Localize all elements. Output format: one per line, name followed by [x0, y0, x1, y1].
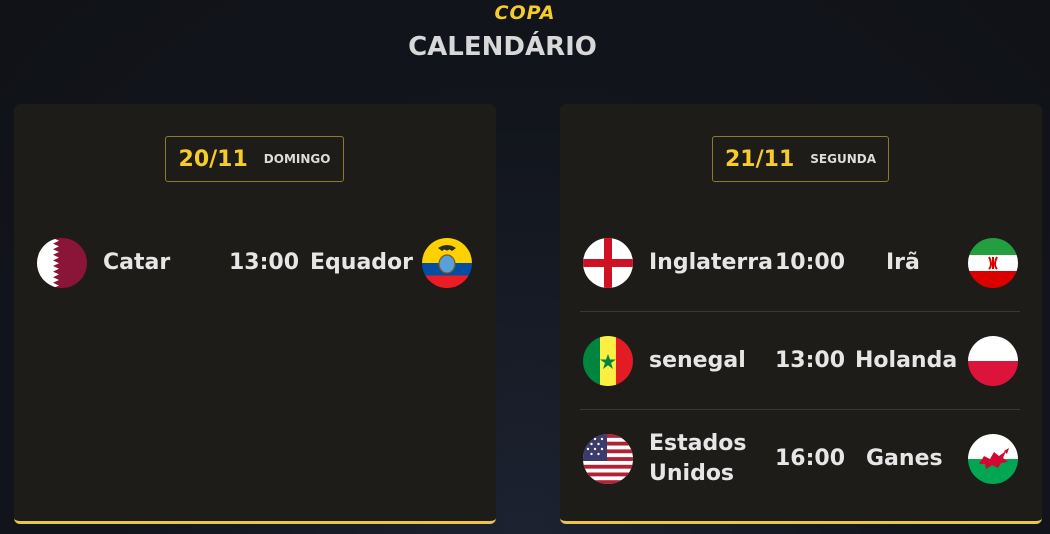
home-team-name: Estados Unidos	[649, 429, 746, 489]
senegal-flag-icon	[583, 336, 633, 386]
match-row[interactable]: Catar 13:00 Equador	[14, 214, 496, 312]
match-row[interactable]: Inglaterra 10:00 Irã	[560, 214, 1042, 312]
home-team-name-line-2: Unidos	[649, 461, 735, 486]
home-team-name: senegal	[649, 348, 746, 373]
weekday-label: DOMINGO	[263, 152, 331, 166]
home-team-name: Inglaterra	[649, 250, 773, 275]
match-row[interactable]: senegal 13:00 Holanda	[560, 312, 1042, 410]
page-title: CALENDÁRIO	[408, 32, 597, 62]
england-flag-icon	[583, 238, 633, 288]
poland-flag-icon	[968, 336, 1018, 386]
home-team-name-line-1: Estados	[649, 431, 747, 456]
ecuador-flag-icon	[422, 238, 472, 288]
wales-flag-icon	[968, 434, 1018, 484]
day-card-2: 21/11 SEGUNDA Inglaterra 10:00 Irã seneg…	[560, 104, 1042, 524]
match-time: 13:00	[228, 250, 300, 275]
away-team-name: Irã	[886, 250, 920, 275]
qatar-flag-icon	[37, 238, 87, 288]
date-label: 21/11	[725, 146, 795, 172]
date-label: 20/11	[178, 146, 248, 172]
match-row[interactable]: Estados Unidos 16:00 Ganes	[560, 410, 1042, 508]
away-team-name: Ganes	[866, 446, 943, 471]
date-badge: 20/11 DOMINGO	[165, 136, 344, 182]
usa-flag-icon	[583, 434, 633, 484]
iran-flag-icon	[968, 238, 1018, 288]
day-card-1: 20/11 DOMINGO Catar 13:00 Equador	[14, 104, 496, 524]
home-team-name: Catar	[103, 250, 171, 275]
weekday-label: SEGUNDA	[810, 152, 876, 166]
match-time: 10:00	[774, 250, 846, 275]
match-time: 16:00	[774, 446, 846, 471]
match-time: 13:00	[774, 348, 846, 373]
date-badge: 21/11 SEGUNDA	[712, 136, 889, 182]
away-team-name: Holanda	[855, 348, 958, 373]
away-team-name: Equador	[310, 250, 413, 275]
brand-logo: COPA	[494, 2, 556, 24]
